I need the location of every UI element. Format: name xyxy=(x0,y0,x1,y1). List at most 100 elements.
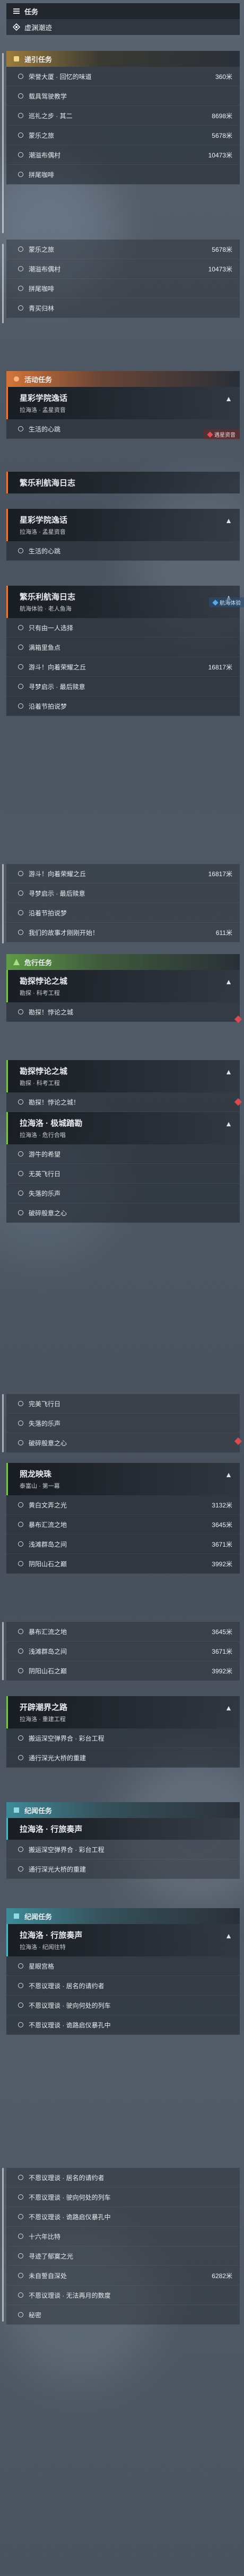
list-item[interactable]: 满箱里鱼点 xyxy=(6,638,240,657)
list-item[interactable]: 不恩议理谈 · 居名的请约者 xyxy=(6,1976,240,1996)
collapse-icon[interactable]: ▲ xyxy=(225,977,232,986)
quest-card[interactable]: 开辟潮界之路 拉海洛 · 重建工程 ▲ xyxy=(6,1696,240,1728)
list-item[interactable]: 蒙乐之旅 5678米 xyxy=(6,240,240,259)
main-section-header[interactable]: 危行任务 xyxy=(6,954,240,970)
list-item[interactable]: 星眼宫格 xyxy=(6,1956,240,1976)
list-item[interactable]: 未自誓自深处 6282米 xyxy=(6,2266,240,2286)
status-circle-icon xyxy=(18,1963,23,1969)
quest-card[interactable]: 拉海洛 · 行旅奏声 xyxy=(6,1818,240,1840)
list-item[interactable]: 拼尾咖啡 xyxy=(6,165,240,184)
status-circle-icon xyxy=(18,625,23,630)
list-item[interactable]: 青买归林 xyxy=(6,298,240,318)
list-item[interactable]: 浅滩群岛之间 3671米 xyxy=(6,1534,240,1554)
status-circle-icon xyxy=(18,172,23,177)
list-item[interactable]: 阴阳山石之巅 3992米 xyxy=(6,1554,240,1574)
list-item[interactable]: 不恩议理谈 · 诡路启仪暴孔中 xyxy=(6,2015,240,2035)
collapse-icon[interactable]: ▲ xyxy=(225,1931,232,1940)
list-item[interactable]: 不恩议理谈 · 驶向何处的列车 xyxy=(6,1996,240,2015)
list-item[interactable]: 失落的乐声 xyxy=(6,1184,240,1203)
list-item[interactable]: 破碎般意之心 xyxy=(6,1203,240,1223)
status-circle-icon xyxy=(18,93,23,99)
list-item[interactable]: 完美飞行日 xyxy=(6,1394,240,1414)
collapse-icon[interactable]: ▲ xyxy=(225,394,232,403)
status-circle-icon xyxy=(18,1421,23,1426)
quest-card[interactable]: 勘探悖论之城 勘探 · 科考工程 ▲ xyxy=(6,1060,240,1092)
quest-card[interactable]: 拉海洛 · 行旅奏声 拉海洛 · 纪闻往特 ▲ xyxy=(6,1924,240,1956)
list-item[interactable]: 游斗！向着荣耀之丘 16817米 xyxy=(6,657,240,677)
list-item[interactable]: 搬运深空弹界合 · 彩台工程 xyxy=(6,1840,240,1859)
map-marker-tag[interactable]: 遇星资音 xyxy=(204,429,240,439)
scrollbar[interactable] xyxy=(2,864,4,943)
collapse-icon[interactable]: ▲ xyxy=(225,1470,232,1479)
quest-card[interactable]: 拉海洛 · 极城踏勘 拉海洛 · 危行合唱 ▲ xyxy=(6,1112,240,1144)
quest-card[interactable]: 照龙映珠 泰富山 · 第一幕 ▲ xyxy=(6,1463,240,1495)
scrollbar[interactable] xyxy=(2,244,4,323)
map-marker-tag[interactable]: 航海体验 xyxy=(209,597,244,607)
list-item[interactable]: 失落的乐声 xyxy=(6,1414,240,1433)
list-item[interactable]: 勘探！悖论之城！ xyxy=(6,1092,240,1112)
list-item[interactable]: 黄白文弄之光 3132米 xyxy=(6,1495,240,1515)
quest-title: 拉海洛 · 行旅奏声 xyxy=(20,1931,83,1940)
quest-subtitle: 拉海洛 · 重建工程 xyxy=(20,1716,66,1723)
list-item[interactable]: 只有由一人选择 xyxy=(6,618,240,638)
list-item[interactable]: 巡礼之步 · 其二 8698米 xyxy=(6,106,240,126)
list-item[interactable]: 通行深光大桥的重建 xyxy=(6,1748,240,1768)
daily-section-header[interactable]: 递引任务 xyxy=(6,51,240,67)
collapse-icon[interactable]: ▲ xyxy=(225,1704,232,1712)
status-circle-icon xyxy=(18,2273,23,2278)
collapse-icon[interactable]: ▲ xyxy=(225,516,232,525)
list-item[interactable]: 潮溢布偶村 10473米 xyxy=(6,259,240,279)
list-item[interactable]: 搬运深空弹界合 · 彩台工程 xyxy=(6,1728,240,1748)
scrollbar[interactable] xyxy=(2,53,4,233)
collapse-icon[interactable]: ▲ xyxy=(225,1068,232,1076)
list-item[interactable]: 浅滩群岛之间 3671米 xyxy=(6,1642,240,1661)
list-item[interactable]: 秘密 xyxy=(6,2305,240,2325)
list-item[interactable]: 暴布汇流之地 3645米 xyxy=(6,1622,240,1642)
list-item[interactable]: 我们的故事才刚刚开始！ 611米 xyxy=(6,923,240,942)
list-item[interactable]: 通行深光大桥的重建 xyxy=(6,1859,240,1879)
list-item[interactable]: 勘探！悖论之城 xyxy=(6,1002,240,1022)
list-item[interactable]: 寻梦启示 · 最后赎意 xyxy=(6,677,240,696)
scrollbar[interactable] xyxy=(2,1394,4,1452)
status-circle-icon xyxy=(18,2002,23,2008)
list-item[interactable]: 阴阳山石之巅 3992米 xyxy=(6,1661,240,1681)
quest-card[interactable]: 勘探悖论之城 勘探 · 科考工程 ▲ xyxy=(6,970,240,1002)
scrollbar[interactable] xyxy=(2,1622,4,1680)
list-item[interactable]: 游牛的希望 xyxy=(6,1144,240,1164)
list-item[interactable]: 十六年比特 xyxy=(6,2227,240,2246)
list-item[interactable]: 寻梦启示 · 最后赎意 xyxy=(6,884,240,903)
quest-card[interactable]: 星彩学院逸话 拉海洛 · 孟星资音 ▲ xyxy=(6,509,240,541)
list-item[interactable]: 不恩议理谈 · 驶向何处的列车 xyxy=(6,2187,240,2207)
main-section: 危行任务 勘探悖论之城 勘探 · 科考工程 ▲ 勘探！悖论之城 xyxy=(6,954,242,1024)
list-item[interactable]: 寻迹了郁寞之光 xyxy=(6,2246,240,2266)
story-continued: 不恩议理谈 · 居名的请约者 不恩议理谈 · 驶向何处的列车 不恩议理谈 · 诡… xyxy=(6,2168,240,2325)
list-item[interactable]: 蒙乐之旅 5678米 xyxy=(6,126,240,145)
status-circle-icon xyxy=(18,2175,23,2180)
collapse-icon[interactable]: ▲ xyxy=(225,1119,232,1128)
list-item[interactable]: 暴布汇流之地 3645米 xyxy=(6,1515,240,1534)
story-section-header[interactable]: 纪闻任务 xyxy=(6,1802,240,1818)
list-item[interactable]: 荣誉大厦 · 回忆的味道 360米 xyxy=(6,67,240,86)
list-item[interactable]: 拼尾咖啡 xyxy=(6,279,240,298)
tracked-quest[interactable]: 虚渊潮迹 xyxy=(6,19,240,35)
list-item[interactable]: 生活的心跳 xyxy=(6,541,240,561)
list-item[interactable]: 潮溢布偶村 10473米 xyxy=(6,145,240,165)
quest-card[interactable]: 繁乐利航海日志 xyxy=(6,472,240,493)
list-item[interactable]: 破碎般意之心 xyxy=(6,1433,240,1453)
quest-title: 拉海洛 · 极城踏勘 xyxy=(20,1119,83,1128)
status-circle-icon xyxy=(18,1522,23,1527)
scrollbar[interactable] xyxy=(2,2168,4,2322)
list-item[interactable]: 沿着节拍说梦 xyxy=(6,903,240,923)
quest-card[interactable]: 星彩学院逸话 拉海洛 · 孟星资音 ▲ xyxy=(6,387,240,419)
story-section-header[interactable]: 纪闻任务 xyxy=(6,1908,240,1924)
event-section-header[interactable]: 活动任务 xyxy=(6,371,240,387)
list-item[interactable]: 沿着节拍说梦 xyxy=(6,696,240,716)
list-item[interactable]: 不恩议理谈 · 居名的请约者 xyxy=(6,2168,240,2187)
list-item[interactable]: 载具驾驶教学 xyxy=(6,86,240,106)
list-item[interactable]: 无英飞行日 xyxy=(6,1164,240,1184)
list-item[interactable]: 不恩议理谈 · 诡路启仪暴孔中 xyxy=(6,2207,240,2227)
quest-title: 勘探悖论之城 xyxy=(20,977,68,986)
quest-card[interactable]: 繁乐利航海日志 航海体验 · 老人鱼海 ▲ xyxy=(6,586,240,618)
list-item[interactable]: 不恩议理谈 · 无法再月的数度 xyxy=(6,2286,240,2305)
list-item[interactable]: 游斗！向着荣耀之丘 16817米 xyxy=(6,864,240,884)
